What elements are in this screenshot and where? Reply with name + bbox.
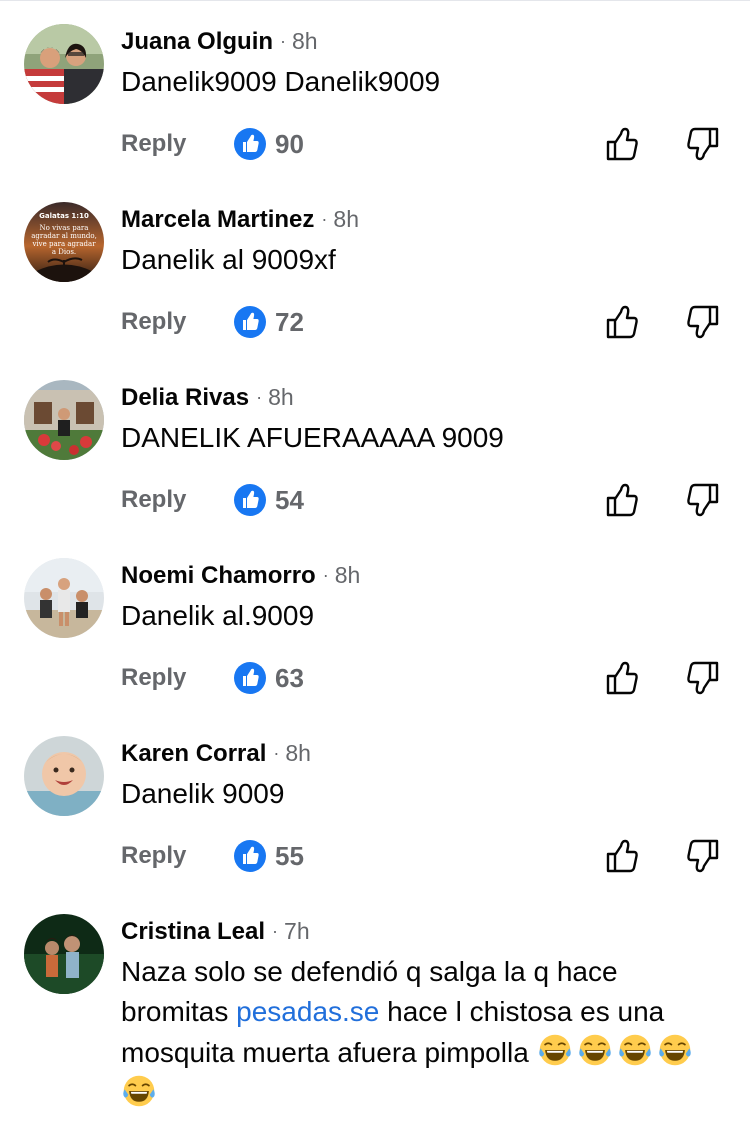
author-name[interactable]: Delia Rivas <box>121 384 249 411</box>
timestamp[interactable]: 7h <box>284 918 310 944</box>
comment-actions: Reply 54 <box>0 480 750 520</box>
thumbs-up-icon[interactable] <box>605 482 639 518</box>
thumbs-up-icon[interactable] <box>605 126 639 162</box>
avatar[interactable] <box>24 736 104 816</box>
avatar-verse-line: a Dios. <box>52 248 76 256</box>
avatar-verse-line: vive para agradar <box>31 240 96 248</box>
like-badge-icon[interactable] <box>234 662 266 694</box>
comment-text: Danelik al 9009xf <box>121 244 336 275</box>
comment-text: Danelik9009 Danelik9009 <box>121 66 441 97</box>
timestamp[interactable]: 8h <box>333 206 359 232</box>
laughing-emoji-icon <box>577 1032 613 1068</box>
timestamp[interactable]: 8h <box>292 28 318 54</box>
avatar-verse-line: agradar al mundo, <box>31 232 97 240</box>
thumbs-up-icon[interactable] <box>605 838 639 874</box>
separator-dot: · <box>272 921 279 941</box>
laughing-emoji-icon <box>121 1073 157 1109</box>
author-name[interactable]: Juana Olguin <box>121 28 273 55</box>
avatar[interactable] <box>24 24 104 104</box>
thumbs-down-icon[interactable] <box>686 660 720 696</box>
separator-dot: · <box>321 209 328 229</box>
comment-header: Marcela Martinez · 8h <box>121 204 359 236</box>
comment: Karen Corral · 8h Danelik 9009 Reply 55 <box>0 712 750 890</box>
laughing-emoji-icon <box>617 1032 653 1068</box>
separator-dot: · <box>280 31 287 51</box>
comment-header: Juana Olguin · 8h <box>121 26 318 58</box>
like-count[interactable]: 90 <box>275 128 304 160</box>
thumbs-down-icon[interactable] <box>686 482 720 518</box>
avatar[interactable] <box>24 380 104 460</box>
comment-actions: Reply 63 <box>0 658 750 698</box>
author-name[interactable]: Noemi Chamorro <box>121 562 316 589</box>
comment-header: Cristina Leal · 7h <box>121 916 310 948</box>
like-badge-icon[interactable] <box>234 840 266 872</box>
comment: Juana Olguin · 8h Danelik9009 Danelik9009 … <box>0 0 750 178</box>
author-name[interactable]: Marcela Martinez <box>121 206 314 233</box>
separator-dot: · <box>322 565 329 585</box>
separator-dot: · <box>256 387 263 407</box>
laughing-emoji-icon <box>657 1032 693 1068</box>
comment-text: Danelik 9009 <box>121 778 285 809</box>
comment-text: Danelik al.9009 <box>121 600 315 631</box>
avatar[interactable] <box>24 914 104 994</box>
avatar-verse-title: Galatas 1:10 <box>39 212 89 220</box>
comment-link[interactable]: pesadas.se <box>236 996 379 1027</box>
comment: Galatas 1:10 No vivas para agradar al mu… <box>0 178 750 356</box>
timestamp[interactable]: 8h <box>285 740 311 766</box>
comment: Cristina Leal · 7h Naza solo se defendió q… <box>0 890 750 1130</box>
timestamp[interactable]: 8h <box>268 384 294 410</box>
reply-button[interactable]: Reply <box>121 840 186 872</box>
author-name[interactable]: Cristina Leal <box>121 918 265 945</box>
author-name[interactable]: Karen Corral <box>121 740 266 767</box>
comment: Delia Rivas · 8h DANELIK AFUERAAAAA 9009 R… <box>0 356 750 534</box>
reply-button[interactable]: Reply <box>121 662 186 694</box>
thumbs-down-icon[interactable] <box>686 304 720 340</box>
thumbs-down-icon[interactable] <box>686 838 720 874</box>
comment-header: Noemi Chamorro · 8h <box>121 560 360 592</box>
like-badge-icon[interactable] <box>234 128 266 160</box>
like-badge-icon[interactable] <box>234 484 266 516</box>
comment-header: Delia Rivas · 8h <box>121 382 294 414</box>
thumbs-up-icon[interactable] <box>605 660 639 696</box>
avatar[interactable]: Galatas 1:10 No vivas para agradar al mu… <box>24 202 104 282</box>
laughing-emoji-icon <box>537 1032 573 1068</box>
like-count[interactable]: 72 <box>275 306 304 338</box>
like-count[interactable]: 54 <box>275 484 304 516</box>
reply-button[interactable]: Reply <box>121 484 186 516</box>
avatar[interactable] <box>24 558 104 638</box>
like-count[interactable]: 63 <box>275 662 304 694</box>
reply-button[interactable]: Reply <box>121 128 186 160</box>
comment-actions: Reply 72 <box>0 302 750 342</box>
like-count[interactable]: 55 <box>275 840 304 872</box>
reply-button[interactable]: Reply <box>121 306 186 338</box>
comment-actions: Reply 90 <box>0 124 750 164</box>
like-badge-icon[interactable] <box>234 306 266 338</box>
timestamp[interactable]: 8h <box>335 562 361 588</box>
comment: Noemi Chamorro · 8h Danelik al.9009 Reply … <box>0 534 750 712</box>
comment-header: Karen Corral · 8h <box>121 738 311 770</box>
thumbs-up-icon[interactable] <box>605 304 639 340</box>
avatar-verse-line: No vivas para <box>40 224 89 232</box>
comment-text: DANELIK AFUERAAAAA 9009 <box>121 422 504 453</box>
comment-text: Naza solo se defendió q salga la q hace … <box>121 952 721 1114</box>
comment-actions: Reply 55 <box>0 836 750 876</box>
thumbs-down-icon[interactable] <box>686 126 720 162</box>
separator-dot: · <box>273 743 280 763</box>
